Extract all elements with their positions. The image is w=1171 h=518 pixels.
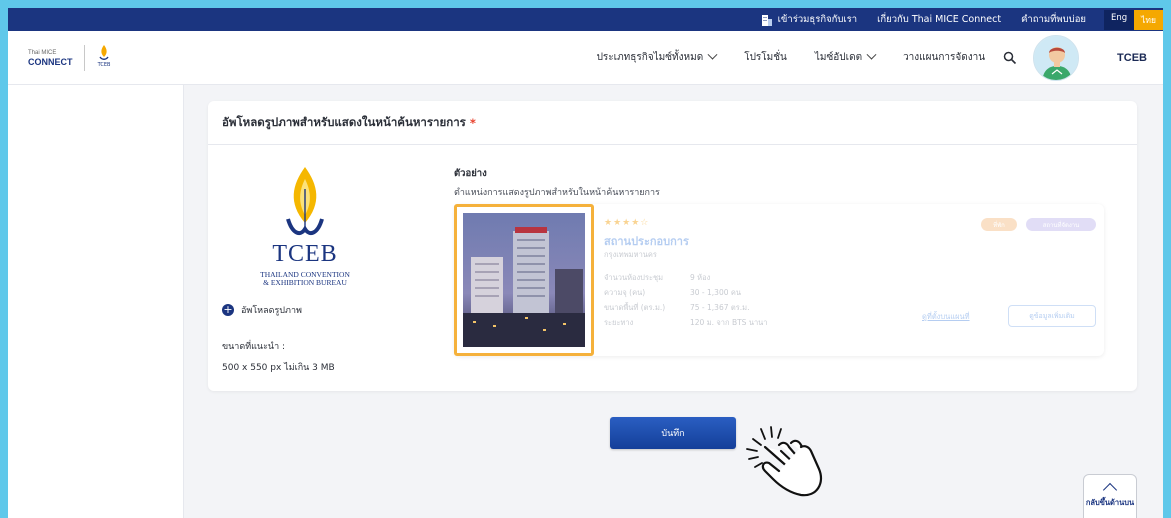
spec-row: จำนวนห้องประชุม 9 ห้อง (604, 272, 768, 284)
nav-mice-update-label: ไมซ์อัปเดต (814, 52, 863, 63)
user-name[interactable]: TCEB (1117, 52, 1147, 64)
example-description: ตำแหน่งการแสดงรูปภาพสำหรับในหน้าค้นหาราย… (454, 188, 660, 198)
spec-row: ความจุ (คน) 30 - 1,300 คน (604, 287, 768, 299)
flame-icon (99, 44, 109, 60)
spec-key: ขนาดพื้นที่ (ตร.ม.) (604, 303, 666, 312)
nav-menu: ประเภทธุรกิจไมซ์ทั้งหมด โปรโมชั่น ไมซ์อั… (596, 34, 1157, 81)
upload-image-button[interactable]: + อัพโหลดรูปภาพ (222, 303, 422, 317)
user-avatar-icon (1034, 35, 1079, 80)
spec-key: ระยะทาง (604, 318, 634, 327)
pointing-hand-icon (746, 426, 823, 497)
logo-mice-line2: CONNECT (28, 56, 73, 67)
main-navbar: Thai MICE CONNECT TCEB ประเภทธุรกิจไมซ์ท… (8, 31, 1171, 85)
utility-bar: เข้าร่วมธุรกิจกับเรา เกี่ยวกับ Thai MICE… (8, 8, 1171, 31)
star-rating: ★★★★☆ (604, 218, 650, 228)
chevron-down-icon (707, 49, 718, 60)
avatar[interactable] (1033, 34, 1080, 81)
upload-image-label: อัพโหลดรูปภาพ (241, 306, 302, 316)
nav-plan-event-label: วางแผนการจัดงาน (903, 52, 986, 63)
venue-name: สถานประกอบการ (604, 235, 689, 248)
spec-row: ระยะทาง 120 ม. จาก BTS นานา (604, 317, 768, 329)
background-edge (1163, 0, 1171, 518)
upload-column: TCEB THAILAND CONVENTION & EXHIBITION BU… (222, 159, 422, 374)
join-business-label: เข้าร่วมธุรกิจกับเรา (777, 14, 858, 25)
required-mark: * (469, 115, 476, 130)
venue-specs: จำนวนห้องประชุม 9 ห้อง ความจุ (คน) 30 - … (604, 272, 768, 332)
nav-business-types[interactable]: ประเภทธุรกิจไมซ์ทั้งหมด (596, 49, 718, 65)
building-icon (761, 15, 772, 26)
example-preview: ตัวอย่าง ตำแหน่งการแสดงรูปภาพสำหรับในหน้… (454, 166, 1114, 356)
spec-key: ความจุ (คน) (604, 288, 646, 297)
join-business-link[interactable]: เข้าร่วมธุรกิจกับเรา (751, 12, 867, 27)
tceb-small-text: TCEB (97, 61, 111, 68)
thai-mice-connect-logo: Thai MICE CONNECT (28, 49, 76, 67)
nav-mice-update[interactable]: ไมซ์อัปเดต (814, 49, 877, 65)
uploaded-image-preview: TCEB THAILAND CONVENTION & EXHIBITION BU… (230, 159, 400, 289)
spec-row: ขนาดพื้นที่ (ตร.ม.) 75 - 1,367 ตร.ม. (604, 302, 768, 314)
recommended-size-label: ขนาดที่แนะนำ : (222, 342, 286, 352)
spec-value: 9 ห้อง (690, 273, 711, 282)
logo-area[interactable]: Thai MICE CONNECT TCEB (28, 44, 115, 72)
spec-value: 120 ม. จาก BTS นานา (690, 318, 768, 327)
language-switch: Eng ไทย (1103, 9, 1163, 30)
search-result-preview-card: ★★★★☆ สถานประกอบการ กรุงเทพมหานคร จำนวนห… (454, 204, 1104, 356)
tceb-flame-logo (286, 167, 324, 236)
card-header: อัพโหลดรูปภาพสำหรับแสดงในหน้าค้นหารายการ… (208, 101, 1137, 145)
spec-key: จำนวนห้องประชุม (604, 273, 664, 282)
city-building-image (463, 213, 585, 347)
venue-location: กรุงเทพมหานคร (604, 250, 657, 259)
tceb-logo-subtitle: THAILAND CONVENTION & EXHIBITION BUREAU (230, 271, 380, 287)
tceb-small-logo: TCEB (93, 44, 115, 72)
back-to-top-button[interactable]: กลับขึ้นด้านบน (1083, 474, 1137, 518)
lang-eng-button[interactable]: Eng (1103, 9, 1135, 30)
nav-promotions-label: โปรโมชั่น (744, 52, 787, 63)
badge-accommodation: ที่พัก (981, 218, 1017, 231)
example-title: ตัวอย่าง (454, 168, 487, 179)
highlighted-image-frame (454, 204, 594, 356)
upload-image-card: อัพโหลดรูปภาพสำหรับแสดงในหน้าค้นหารายการ… (208, 101, 1137, 391)
venue-photo (463, 213, 585, 347)
map-link: ดูที่ตั้งบนแผนที่ (922, 312, 970, 321)
view-details-button: ดูข้อมูลเพิ่มเติม (1008, 305, 1096, 327)
tceb-sub-line2: & EXHIBITION BUREAU (263, 278, 347, 287)
left-sidebar (8, 85, 184, 518)
chevron-down-icon (866, 49, 877, 60)
logo-divider (84, 44, 85, 71)
spec-value: 30 - 1,300 คน (690, 288, 742, 297)
nav-promotions[interactable]: โปรโมชั่น (744, 50, 787, 65)
nav-business-types-label: ประเภทธุรกิจไมซ์ทั้งหมด (596, 52, 704, 63)
app-window: เข้าร่วมธุรกิจกับเรา เกี่ยวกับ Thai MICE… (8, 8, 1171, 518)
badge-venue: สถานที่จัดงาน (1026, 218, 1096, 231)
recommended-size-value: 500 x 550 px ไม่เกิน 3 MB (222, 363, 335, 373)
tceb-logo-text: TCEB (272, 241, 338, 267)
nav-plan-event[interactable]: วางแผนการจัดงาน (903, 50, 985, 65)
about-link[interactable]: เกี่ยวกับ Thai MICE Connect (867, 12, 1011, 27)
save-button[interactable]: บันทึก (610, 417, 736, 449)
plus-icon: + (222, 303, 234, 316)
faq-link[interactable]: คำถามที่พบบ่อย (1011, 12, 1096, 27)
back-to-top-label: กลับขึ้นด้านบน (1085, 498, 1135, 507)
lang-thai-button[interactable]: ไทย (1134, 9, 1163, 30)
spec-value: 75 - 1,367 ตร.ม. (690, 303, 750, 312)
chevron-up-icon (1102, 482, 1118, 498)
card-title: อัพโหลดรูปภาพสำหรับแสดงในหน้าค้นหารายการ (222, 114, 466, 129)
search-icon[interactable] (1003, 51, 1017, 65)
